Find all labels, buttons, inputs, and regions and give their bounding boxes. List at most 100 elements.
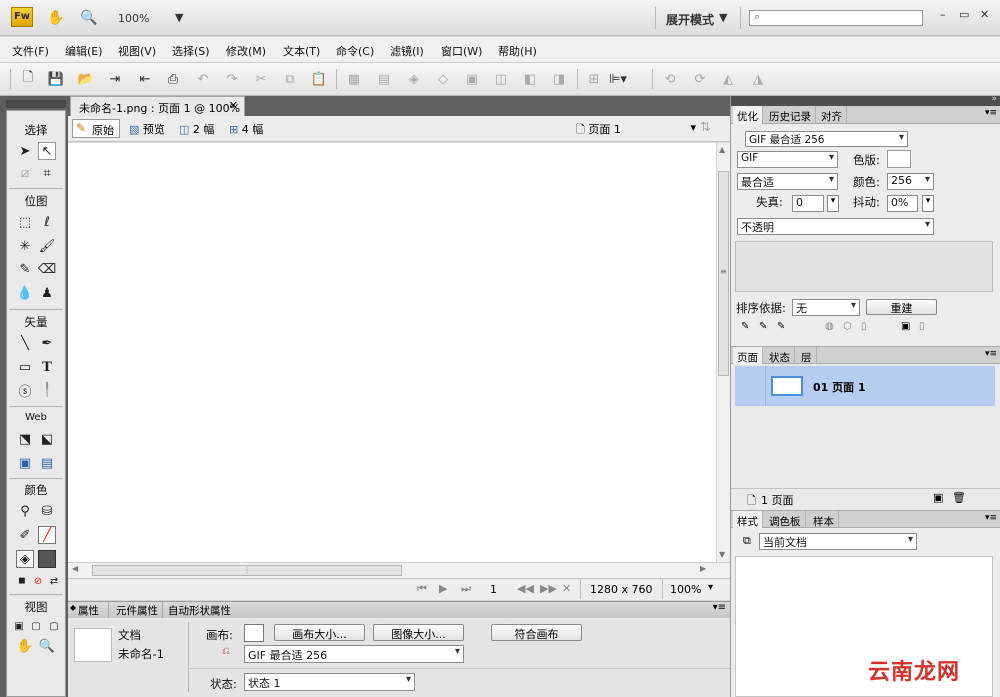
menu-select[interactable]: 选择(S) xyxy=(172,43,210,59)
vertical-scroll-thumb[interactable]: ≡ xyxy=(718,171,729,376)
palette-swatch[interactable] xyxy=(887,150,911,168)
transparency-dropdown[interactable]: 不透明 xyxy=(737,218,934,235)
sort-dropdown[interactable]: 无 xyxy=(792,299,860,316)
menu-edit[interactable]: 编辑(E) xyxy=(65,43,103,59)
web-snap-icon[interactable]: ⬡ xyxy=(843,321,852,332)
save-icon[interactable]: 💾 xyxy=(48,71,64,87)
page-row[interactable]: 01 页面 1 xyxy=(735,366,995,406)
knife-tool-icon[interactable]: ╿ xyxy=(38,381,56,399)
send-backward-icon[interactable]: ◧ xyxy=(522,71,538,87)
cut-icon[interactable]: ✂ xyxy=(253,71,269,87)
export-setting-dropdown[interactable]: GIF 最合适 256 xyxy=(244,645,464,663)
swap-colors-icon[interactable]: ⇄ xyxy=(45,572,63,590)
crop-tool-icon[interactable]: ⌗ xyxy=(38,164,56,182)
blur-tool-icon[interactable]: 💧 xyxy=(16,284,34,302)
snap-color-icon[interactable]: ✎ xyxy=(777,321,785,332)
zoom-tool-icon[interactable]: 🔍 xyxy=(38,637,56,655)
last-frame-icon[interactable]: ⏭ xyxy=(461,582,471,596)
freeform-tool-icon[interactable]: ⓢ xyxy=(16,381,34,400)
scale-tool-icon[interactable]: ⧄ xyxy=(16,164,34,182)
stroke-swatch[interactable]: ╱ xyxy=(38,526,56,544)
original-view-button[interactable]: ✎ 原始 xyxy=(72,119,120,138)
new-page-icon[interactable]: ▣ xyxy=(933,491,943,504)
fill-color-icon[interactable]: ◈ xyxy=(16,550,34,568)
menu-help[interactable]: 帮助(H) xyxy=(498,43,537,59)
menu-view[interactable]: 视图(V) xyxy=(118,43,156,59)
previous-frame-icon[interactable]: ◀◀ xyxy=(517,582,534,595)
scroll-right-icon[interactable]: ▶ xyxy=(700,564,706,573)
menu-command[interactable]: 命令(C) xyxy=(336,43,374,59)
paste-icon[interactable]: 📋 xyxy=(311,71,327,87)
canvas-color-swatch[interactable] xyxy=(244,624,264,642)
pointer-tool-icon[interactable]: ➤ xyxy=(16,142,34,160)
delete-swatch-icon[interactable]: ▯ xyxy=(919,321,925,332)
split-icon[interactable]: ◇ xyxy=(435,71,451,87)
tab-symbol-properties[interactable]: 元件属性 xyxy=(116,603,158,618)
hand-icon[interactable]: ✋ xyxy=(47,9,65,27)
tab-properties[interactable]: 属性 xyxy=(78,603,99,618)
stamp-tool-icon[interactable]: ♟ xyxy=(38,284,56,302)
zoom-status[interactable]: 100% xyxy=(670,583,701,596)
scroll-down-icon[interactable]: ▼ xyxy=(719,550,725,559)
tab-pages[interactable]: 页面 xyxy=(733,347,763,365)
tab-align[interactable]: 对齐 xyxy=(817,106,847,124)
pen-tool-icon[interactable]: ✒ xyxy=(38,334,56,352)
palette-type-dropdown[interactable]: 最合适 xyxy=(737,173,838,190)
tab-samples[interactable]: 样本 xyxy=(809,511,839,529)
line-tool-icon[interactable]: ╲ xyxy=(16,334,34,352)
magic-wand-icon[interactable]: ✳ xyxy=(16,237,34,255)
copy-icon[interactable]: ⧉ xyxy=(282,71,298,87)
loss-input[interactable]: 0 xyxy=(792,195,824,212)
loss-slider-button[interactable]: ▾ xyxy=(827,195,839,212)
page-options-icon[interactable]: ⇅ xyxy=(700,120,711,135)
delete-page-icon[interactable]: 🗑 xyxy=(952,491,966,504)
eyedropper-icon[interactable]: ⚲ xyxy=(16,502,34,520)
panel-menu-icon[interactable]: ▾≡ xyxy=(985,349,997,359)
standard-screen-icon[interactable]: ▣ xyxy=(10,617,28,635)
workspace-arrow[interactable]: ▼ xyxy=(719,11,727,24)
minimize-button[interactable]: – xyxy=(940,8,946,21)
tab-layers[interactable]: 层 xyxy=(797,347,817,365)
send-back-icon[interactable]: ◨ xyxy=(551,71,567,87)
bring-front-icon[interactable]: ▣ xyxy=(464,71,480,87)
collapse-dock-icon[interactable]: » xyxy=(991,94,997,104)
play-icon[interactable]: ▶ xyxy=(439,582,447,595)
zoom-icon[interactable]: 🔍 xyxy=(80,9,98,27)
rotate-right-icon[interactable]: ⟳ xyxy=(692,71,708,87)
menu-modify[interactable]: 修改(M) xyxy=(226,43,266,59)
rectangle-tool-icon[interactable]: ▭ xyxy=(16,358,34,376)
panel-menu-icon[interactable]: ▾≡ xyxy=(985,513,997,523)
zoom-dropdown-arrow[interactable]: ▼ xyxy=(175,11,183,24)
tab-states[interactable]: 状态 xyxy=(765,347,795,365)
new-file-icon[interactable]: 🗋 xyxy=(20,70,36,87)
canvas[interactable] xyxy=(68,143,716,562)
marquee-tool-icon[interactable]: ⬚ xyxy=(16,213,34,231)
horizontal-scrollbar[interactable]: ◀ ⦙ ▶ xyxy=(68,562,730,578)
tab-history[interactable]: 历史记录 xyxy=(765,106,816,124)
arrange-icon[interactable]: ⊞ xyxy=(586,71,602,87)
flip-horizontal-icon[interactable]: ◭ xyxy=(720,71,736,87)
canvas-size-button[interactable]: 画布大小... xyxy=(274,624,365,641)
close-button[interactable]: ✕ xyxy=(980,8,989,21)
stop-icon[interactable]: ✕ xyxy=(562,582,571,595)
ungroup-icon[interactable]: ▤ xyxy=(376,71,392,87)
flip-vertical-icon[interactable]: ◮ xyxy=(750,71,766,87)
fill-swatch[interactable] xyxy=(38,550,56,568)
hand-tool-icon[interactable]: ✋ xyxy=(16,637,34,655)
tab-styles[interactable]: 样式 xyxy=(733,511,763,529)
two-up-view-button[interactable]: ◫ 2 幅 xyxy=(179,121,214,137)
slice-tool-icon[interactable]: ⬕ xyxy=(38,430,56,448)
menu-file[interactable]: 文件(F) xyxy=(12,43,49,59)
edit-color-icon[interactable]: ✎ xyxy=(741,321,749,332)
join-icon[interactable]: ◈ xyxy=(406,71,422,87)
full-screen-icon[interactable]: ▢ xyxy=(45,617,63,635)
four-up-view-button[interactable]: ⊞ 4 幅 xyxy=(229,121,263,137)
show-slices-icon[interactable]: ▤ xyxy=(38,454,56,472)
lock-color-icon[interactable]: ◍ xyxy=(825,321,834,332)
maximize-button[interactable]: ▭ xyxy=(959,8,969,21)
undo-icon[interactable]: ↶ xyxy=(195,71,211,87)
tab-autoshape-properties[interactable]: 自动形状属性 xyxy=(168,603,231,618)
tab-optimize[interactable]: 优化 xyxy=(733,106,763,124)
first-frame-icon[interactable]: ⏮ xyxy=(417,582,427,596)
format-dropdown[interactable]: GIF xyxy=(737,151,838,168)
